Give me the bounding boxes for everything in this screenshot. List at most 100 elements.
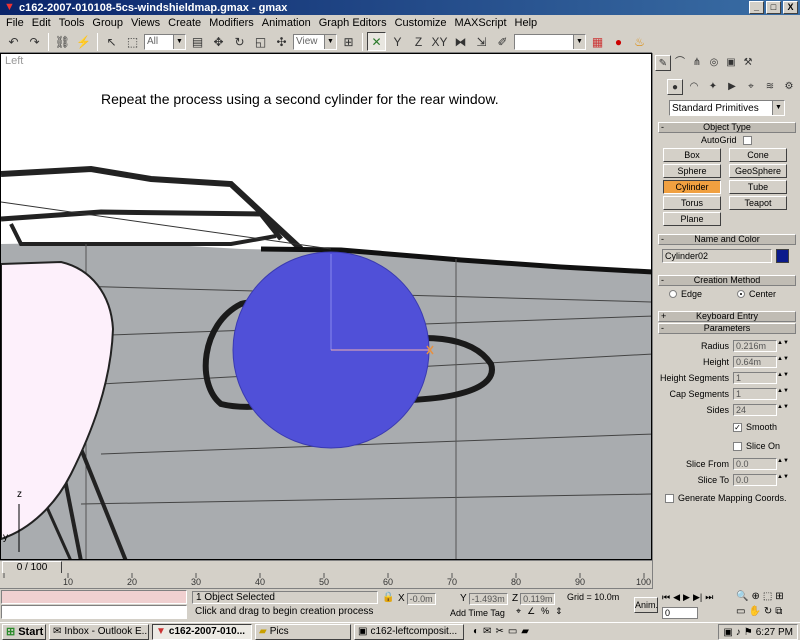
rotate-icon[interactable]: ↻ [230, 32, 249, 51]
helpers-icon[interactable]: ⌖ [743, 79, 759, 95]
menu-file[interactable]: File [2, 17, 28, 29]
cylinder-button[interactable]: Cylinder [663, 180, 721, 194]
utilities-tab-icon[interactable]: ⚒ [740, 55, 756, 71]
percent-snap-icon[interactable]: % [541, 606, 549, 617]
spacewarps-icon[interactable]: ≋ [762, 79, 778, 95]
selection-region-icon[interactable]: ⬚ [123, 32, 142, 51]
time-slider-track[interactable]: 0 / 100 [0, 560, 652, 574]
maxscript-listener-mini[interactable] [1, 590, 187, 604]
viewport-label[interactable]: Left [5, 55, 23, 67]
primitive-category-dropdown[interactable]: Standard Primitives ▼ [669, 100, 785, 116]
menu-help[interactable]: Help [511, 17, 542, 29]
arc-rotate-icon[interactable]: ↻ [764, 606, 772, 617]
menu-animation[interactable]: Animation [258, 17, 315, 29]
cameras-icon[interactable]: ▶ [724, 79, 740, 95]
keyboard-entry-rollout[interactable]: + Keyboard Entry [658, 311, 796, 322]
cone-button[interactable]: Cone [729, 148, 787, 162]
left-viewport[interactable]: Left Repeat the process using a second c… [0, 53, 652, 560]
edge-radio-dot[interactable] [669, 290, 677, 298]
menu-maxscript[interactable]: MAXScript [451, 17, 511, 29]
tray-icon[interactable]: ♪ [736, 627, 741, 638]
geometry-icon[interactable]: ● [667, 79, 683, 95]
quick-launch-icon[interactable]: ▭ [508, 626, 517, 637]
menu-group[interactable]: Group [88, 17, 127, 29]
task-gmax[interactable]: ▼ c162-2007-010... [152, 623, 252, 640]
radius-spinner-icon[interactable]: ▲▼ [777, 340, 789, 352]
menu-graph-editors[interactable]: Graph Editors [315, 17, 391, 29]
coord-x[interactable]: X -0.0m [398, 592, 436, 605]
plane-button[interactable]: Plane [663, 212, 721, 226]
menu-modifiers[interactable]: Modifiers [205, 17, 258, 29]
tube-button[interactable]: Tube [729, 180, 787, 194]
clock[interactable]: 6:27 PM [756, 627, 793, 638]
height-spinner-icon[interactable]: ▲▼ [777, 356, 789, 368]
object-color-swatch[interactable] [776, 249, 789, 263]
lights-icon[interactable]: ✦ [705, 79, 721, 95]
selection-filter-dropdown[interactable]: All ▼ [144, 33, 186, 50]
pivot-center-icon[interactable]: ⊞ [339, 32, 358, 51]
next-frame-icon[interactable]: ▶| [693, 592, 702, 603]
creation-method-rollout[interactable]: - Creation Method [658, 275, 796, 286]
region-zoom-icon[interactable]: ▭ [736, 606, 745, 617]
lock-selection-icon[interactable]: 🔒 [382, 592, 394, 604]
systems-icon[interactable]: ⚙ [781, 79, 797, 95]
quick-launch-icon[interactable]: ▰ [521, 626, 529, 637]
gen-mapping-check[interactable] [665, 493, 674, 503]
cap-segments-spinner-icon[interactable]: ▲▼ [777, 388, 789, 400]
named-selection-icon[interactable]: ✐ [493, 32, 512, 51]
center-radio[interactable]: Center [737, 289, 776, 299]
prev-frame-icon[interactable]: ◀ [673, 592, 680, 603]
height-field[interactable]: 0.64m [733, 356, 777, 368]
coord-z[interactable]: Z 0.119m [512, 592, 556, 605]
slice-to-spinner-icon[interactable]: ▲▼ [777, 474, 789, 486]
zoom-all-icon[interactable]: ⊕ [751, 591, 759, 602]
sphere-button[interactable]: Sphere [663, 164, 721, 178]
parameters-rollout[interactable]: - Parameters [658, 323, 796, 334]
z-axis-icon[interactable]: Z [409, 32, 428, 51]
task-pics[interactable]: ▰ Pics [255, 623, 351, 640]
shapes-icon[interactable]: ◠ [686, 79, 702, 95]
height-segments-spinner-icon[interactable]: ▲▼ [777, 372, 789, 384]
menu-edit[interactable]: Edit [28, 17, 55, 29]
move-icon[interactable]: ✥ [209, 32, 228, 51]
redo-icon[interactable]: ↷ [25, 32, 44, 51]
slice-on-check[interactable] [733, 441, 742, 451]
pan-icon[interactable]: ✋ [748, 606, 760, 617]
quick-launch-icon[interactable]: ✂ [495, 626, 503, 637]
render-teapot-icon[interactable]: ♨ [630, 32, 649, 51]
autogrid-checkbox[interactable]: AutoGrid [701, 135, 756, 145]
gmax-app-icon[interactable]: ▼ [3, 1, 16, 14]
maxscript-input-mini[interactable] [1, 605, 187, 619]
go-to-start-icon[interactable]: ⏮ [662, 592, 670, 603]
snap-toggle-icon[interactable]: ⌖ [516, 606, 521, 617]
height-segments-field[interactable]: 1 [733, 372, 777, 384]
named-selection-set-dropdown[interactable]: ▼ [514, 33, 586, 50]
task-outlook[interactable]: ✉ Inbox - Outlook E... [49, 623, 149, 640]
motion-tab-icon[interactable]: ◎ [706, 55, 722, 71]
smooth-check-icon[interactable]: ✓ [733, 422, 742, 432]
tray-icon[interactable]: ▣ [723, 627, 732, 638]
scale-icon[interactable]: ◱ [251, 32, 270, 51]
animate-button[interactable]: Anim. [634, 597, 658, 613]
sides-field[interactable]: 24 [733, 404, 777, 416]
quick-launch-icon[interactable]: ✉ [483, 626, 491, 637]
spinner-snap-icon[interactable]: ⇕ [555, 606, 563, 617]
coord-z-value[interactable]: 0.119m [520, 592, 556, 605]
select-by-name-icon[interactable]: ▤ [188, 32, 207, 51]
reference-coord-dropdown[interactable]: View ▼ [293, 33, 337, 50]
slice-on-checkbox[interactable]: Slice On [733, 441, 780, 451]
menu-create[interactable]: Create [164, 17, 205, 29]
coord-y-value[interactable]: -1.493m [468, 592, 508, 605]
minimize-button[interactable]: _ [749, 1, 764, 14]
geosphere-button[interactable]: GeoSphere [729, 164, 787, 178]
radius-field[interactable]: 0.216m [733, 340, 777, 352]
menu-views[interactable]: Views [127, 17, 164, 29]
undo-icon[interactable]: ↶ [4, 32, 23, 51]
task-composite[interactable]: ▣ c162-leftcomposit... [354, 623, 464, 640]
align-icon[interactable]: ⇲ [472, 32, 491, 51]
slice-from-field[interactable]: 0.0 [733, 458, 777, 470]
current-frame-field[interactable]: 0 [662, 607, 698, 619]
material-editor-icon[interactable]: ▦ [588, 32, 607, 51]
add-time-tag[interactable]: Add Time Tag [450, 608, 505, 618]
axis-constraint-icon[interactable]: ✕ [367, 32, 386, 51]
